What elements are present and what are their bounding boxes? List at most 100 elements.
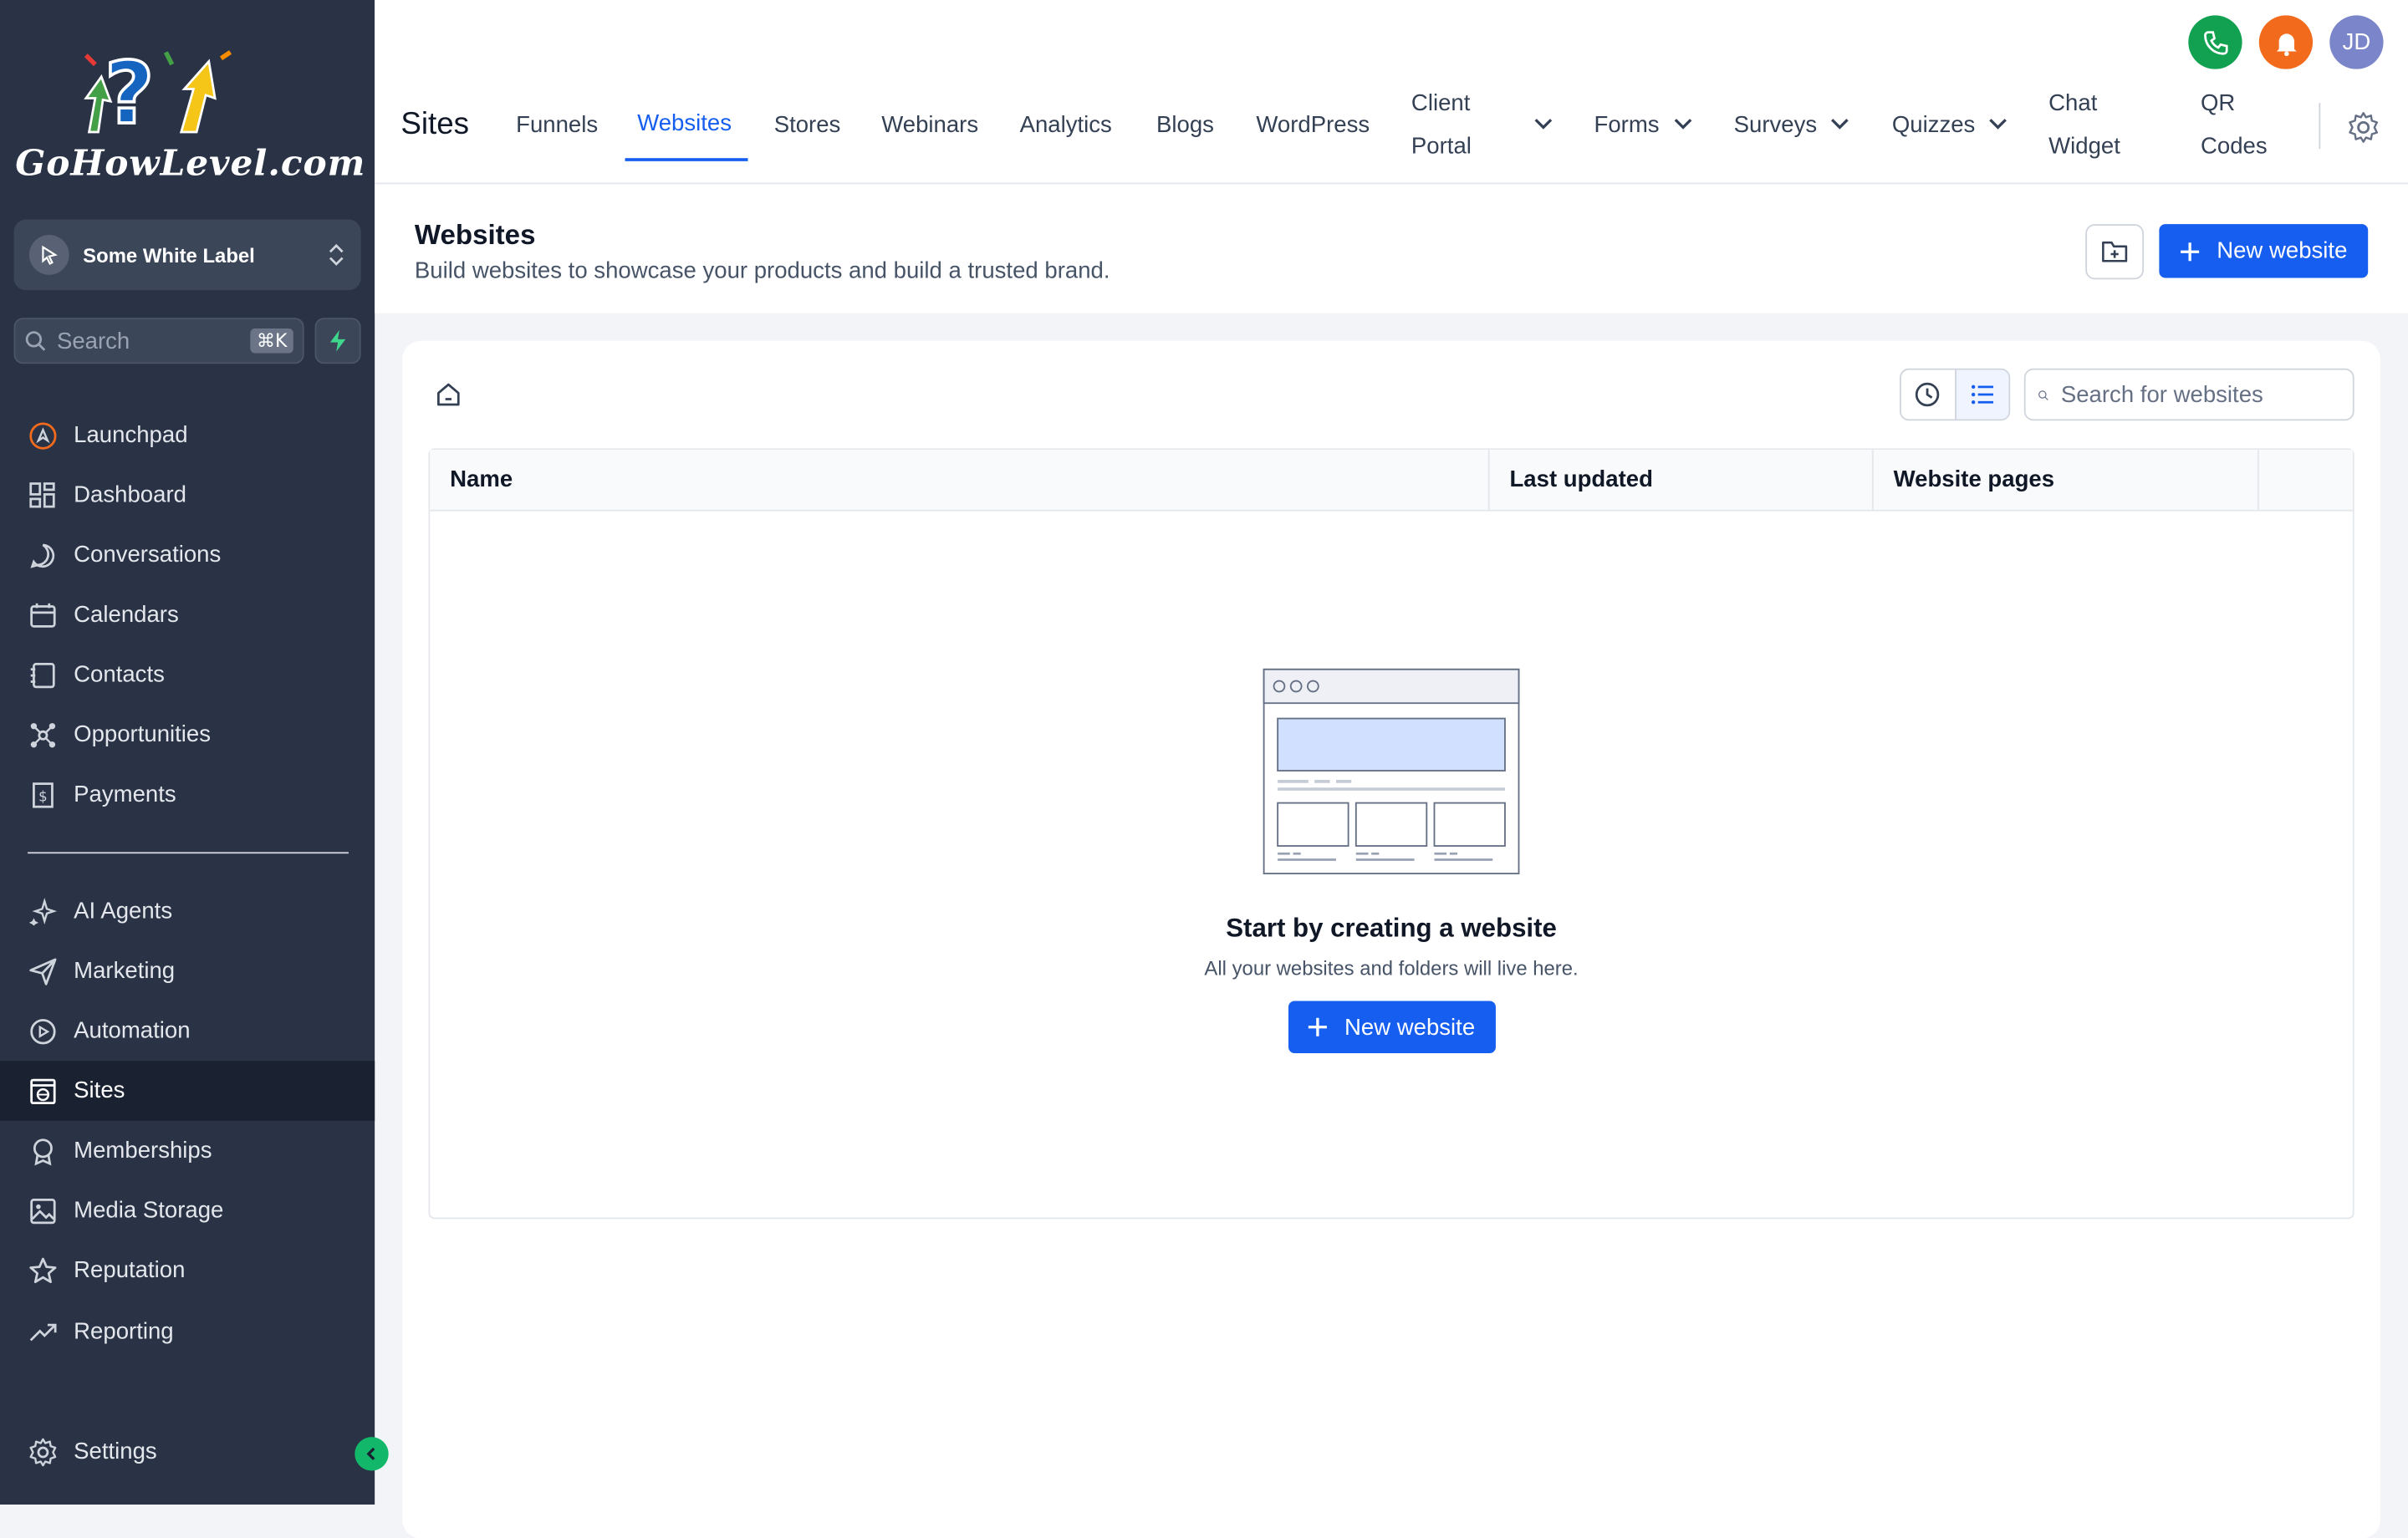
tab-websites[interactable]: Websites [637, 103, 732, 145]
sidebar-item-sites[interactable]: Sites [0, 1061, 375, 1121]
address-book-icon [28, 660, 59, 690]
sidebar-item-calendars[interactable]: Calendars [0, 585, 375, 645]
section-title: Sites [400, 107, 470, 141]
tab-quizzes[interactable]: Quizzes [1892, 104, 1976, 147]
plus-icon [2181, 242, 2201, 261]
sidebar-item-label: Conversations [74, 542, 222, 568]
sidebar-search[interactable]: ⌘K [13, 318, 304, 364]
avatar-initials: JD [2342, 28, 2371, 56]
sidebar-item-label: Opportunities [74, 721, 212, 748]
pipeline-icon [28, 719, 59, 750]
brand-logo[interactable]: ? GoHowLevel.com [13, 43, 369, 184]
sidebar-item-label: Launchpad [74, 422, 188, 449]
sidebar-item-settings[interactable]: Settings [0, 1422, 375, 1482]
chevron-down-icon[interactable] [1533, 117, 1554, 132]
page-subtitle: Build websites to showcase your products… [414, 257, 1110, 284]
svg-text:$: $ [38, 788, 48, 804]
play-circle-icon [28, 1016, 59, 1047]
sidebar-item-label: Automation [74, 1017, 191, 1044]
list-icon [1971, 384, 1993, 405]
tab-blogs[interactable]: Blogs [1156, 104, 1214, 147]
account-switcher[interactable]: Some White Label [13, 219, 361, 291]
chevron-up-down-icon [329, 243, 344, 266]
sidebar-item-payments[interactable]: $ Payments [0, 765, 375, 825]
image-icon [28, 1195, 59, 1226]
sidebar-item-label: Reporting [74, 1318, 174, 1345]
sidebar-item-marketing[interactable]: Marketing [0, 941, 375, 1001]
sidebar-item-label: Payments [74, 781, 176, 808]
sidebar-item-reporting[interactable]: Reporting [0, 1302, 375, 1362]
chevron-down-icon[interactable] [1987, 117, 2009, 132]
empty-new-website-button[interactable]: New website [1288, 1001, 1496, 1053]
gear-icon[interactable] [2346, 110, 2380, 144]
column-header-last-updated[interactable]: Last updated [1490, 450, 1874, 510]
empty-new-website-label: New website [1344, 1014, 1476, 1041]
tab-stores[interactable]: Stores [774, 104, 841, 147]
table-header: Name Last updated Website pages [430, 450, 2353, 512]
search-icon [2038, 390, 2048, 400]
page-title: Websites [414, 219, 536, 251]
sidebar-item-label: AI Agents [74, 898, 173, 924]
logo-text: GoHowLevel.com [15, 142, 366, 185]
sidebar-item-contacts[interactable]: Contacts [0, 644, 375, 705]
receipt-icon: $ [28, 779, 59, 810]
websites-table: Name Last updated Website pages Start by… [428, 448, 2354, 1220]
new-website-button[interactable]: New website [2159, 224, 2369, 278]
empty-state: Start by creating a website All your web… [430, 668, 2353, 1053]
sparkles-icon [28, 896, 59, 927]
tab-analytics[interactable]: Analytics [1020, 104, 1112, 147]
tab-funnels[interactable]: Funnels [516, 104, 598, 147]
grid-icon [28, 480, 59, 511]
tab-forms[interactable]: Forms [1594, 104, 1659, 147]
svg-text:?: ? [105, 44, 155, 135]
website-search[interactable] [2023, 368, 2354, 421]
new-folder-button[interactable] [2085, 224, 2145, 280]
clock-icon [1916, 382, 1940, 407]
sidebar-divider [28, 852, 349, 854]
star-icon [28, 1255, 59, 1286]
sidebar-search-input[interactable] [54, 326, 245, 356]
avatar[interactable]: JD [2329, 15, 2384, 69]
account-name: Some White Label [83, 243, 255, 267]
recent-view-button[interactable] [1901, 370, 1954, 420]
lightning-icon [329, 329, 346, 352]
tab-chat-widget[interactable]: Chat Widget [2048, 83, 2140, 169]
sidebar-item-label: Sites [74, 1077, 125, 1104]
chevron-down-icon[interactable] [1672, 117, 1694, 132]
sidebar-item-memberships[interactable]: Memberships [0, 1121, 375, 1181]
list-view-button[interactable] [1954, 369, 2009, 420]
sidebar-item-media-storage[interactable]: Media Storage [0, 1180, 375, 1240]
folder-plus-icon [2102, 241, 2128, 262]
sidebar-item-label: Dashboard [74, 481, 186, 508]
column-header-website-pages[interactable]: Website pages [1874, 450, 2259, 510]
tab-surveys[interactable]: Surveys [1734, 104, 1818, 147]
sidebar-item-conversations[interactable]: Conversations [0, 525, 375, 585]
phone-button[interactable] [2188, 15, 2242, 69]
tab-qr-codes[interactable]: QR Codes [2201, 83, 2278, 169]
trend-up-icon [28, 1316, 59, 1347]
sidebar-item-dashboard[interactable]: Dashboard [0, 466, 375, 526]
chevron-down-icon[interactable] [1829, 117, 1851, 132]
sidebar-item-launchpad[interactable]: Launchpad [0, 405, 375, 466]
tab-client-portal[interactable]: Client Portal [1411, 83, 1503, 169]
home-icon[interactable] [435, 381, 462, 409]
plus-icon [1309, 1017, 1328, 1036]
view-toggle [1899, 368, 2011, 421]
phone-icon [2203, 30, 2227, 54]
collapse-sidebar-button[interactable] [355, 1437, 389, 1471]
quick-action-button[interactable] [314, 318, 361, 364]
divider [2319, 103, 2321, 150]
column-header-name[interactable]: Name [430, 450, 1490, 510]
bell-icon [2275, 33, 2296, 56]
sidebar-item-opportunities[interactable]: Opportunities [0, 705, 375, 765]
sidebar-item-automation[interactable]: Automation [0, 1001, 375, 1062]
notifications-button[interactable] [2258, 15, 2314, 69]
website-illustration [1263, 668, 1520, 875]
sidebar-item-ai-agents[interactable]: AI Agents [0, 881, 375, 941]
empty-state-title: Start by creating a website [1226, 913, 1557, 943]
tab-webinars[interactable]: Webinars [881, 104, 978, 147]
calendar-icon [28, 599, 59, 630]
website-search-input[interactable] [2058, 379, 2341, 410]
sidebar-item-reputation[interactable]: Reputation [0, 1240, 375, 1301]
tab-wordpress[interactable]: WordPress [1256, 104, 1370, 147]
